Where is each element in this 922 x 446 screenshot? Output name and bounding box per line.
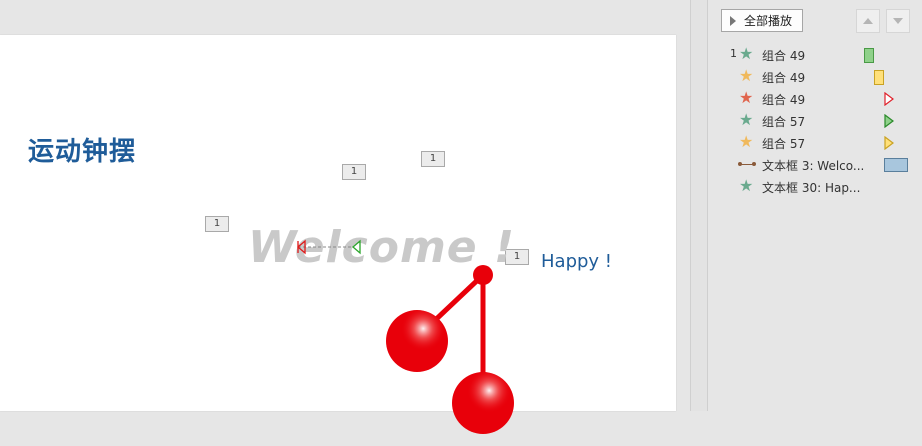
chevron-down-icon bbox=[893, 18, 903, 24]
animation-item-label: 组合 57 bbox=[762, 115, 806, 129]
triangle-green-icon bbox=[884, 114, 894, 128]
move-down-button[interactable] bbox=[886, 9, 910, 33]
slide[interactable]: 运动钟摆 1 1 1 1 Welcome ! Happy ! bbox=[0, 35, 676, 434]
play-all-button[interactable]: 全部播放 bbox=[721, 9, 803, 32]
animation-tag[interactable]: 1 bbox=[421, 151, 447, 169]
animation-item[interactable]: 1 ★ 组合 49 bbox=[722, 45, 912, 65]
vertical-scrollbar[interactable] bbox=[690, 0, 707, 411]
animation-tag[interactable]: 1 bbox=[205, 216, 229, 232]
animation-tag[interactable]: 1 bbox=[342, 164, 368, 182]
star-icon: ★ bbox=[739, 44, 754, 63]
animation-item-label: 组合 57 bbox=[762, 137, 806, 151]
cherry-graphic[interactable] bbox=[370, 255, 540, 446]
animation-item[interactable]: 文本框 3: Welco... bbox=[722, 155, 912, 175]
sequence-number: 1 bbox=[730, 47, 737, 60]
move-up-button[interactable] bbox=[856, 9, 880, 33]
animation-item-label: 组合 49 bbox=[762, 71, 806, 85]
slide-canvas-area: 运动钟摆 1 1 1 1 Welcome ! Happy ! bbox=[0, 0, 707, 434]
star-icon: ★ bbox=[739, 176, 754, 195]
animation-item[interactable]: ★ 组合 49 bbox=[722, 67, 912, 87]
animation-item-label: 文本框 3: Welco... bbox=[762, 159, 865, 173]
animation-item[interactable]: ★ 组合 57 bbox=[722, 111, 912, 131]
chevron-up-icon bbox=[863, 18, 873, 24]
triangle-red-icon bbox=[884, 92, 894, 106]
motion-path-icon bbox=[738, 162, 756, 166]
animation-item[interactable]: ★ 文本框 30: Hap... bbox=[722, 177, 912, 197]
animation-item-label: 组合 49 bbox=[762, 49, 806, 63]
animation-item-label: 组合 49 bbox=[762, 93, 806, 107]
animation-item[interactable]: ★ 组合 49 bbox=[722, 89, 912, 109]
motion-path-icon[interactable] bbox=[292, 238, 367, 256]
play-icon bbox=[730, 15, 736, 26]
animation-item[interactable]: ★ 组合 57 bbox=[722, 133, 912, 153]
play-all-label: 全部播放 bbox=[744, 14, 793, 28]
animation-item-label: 文本框 30: Hap... bbox=[762, 181, 861, 195]
happy-textbox[interactable]: Happy ! bbox=[541, 251, 612, 272]
star-icon: ★ bbox=[739, 132, 754, 151]
rect-blue-icon bbox=[884, 158, 908, 172]
star-icon: ★ bbox=[739, 66, 754, 85]
slide-title[interactable]: 运动钟摆 bbox=[28, 131, 136, 168]
triangle-yellow-icon bbox=[884, 136, 894, 150]
rect-green-icon bbox=[864, 48, 874, 63]
rect-yellow-icon bbox=[874, 70, 884, 85]
star-icon: ★ bbox=[739, 88, 754, 107]
animation-pane: 全部播放 1 ★ 组合 49 ★ 组合 49 ★ 组合 49 ★ 组合 57 ★… bbox=[707, 0, 922, 411]
star-icon: ★ bbox=[739, 110, 754, 129]
